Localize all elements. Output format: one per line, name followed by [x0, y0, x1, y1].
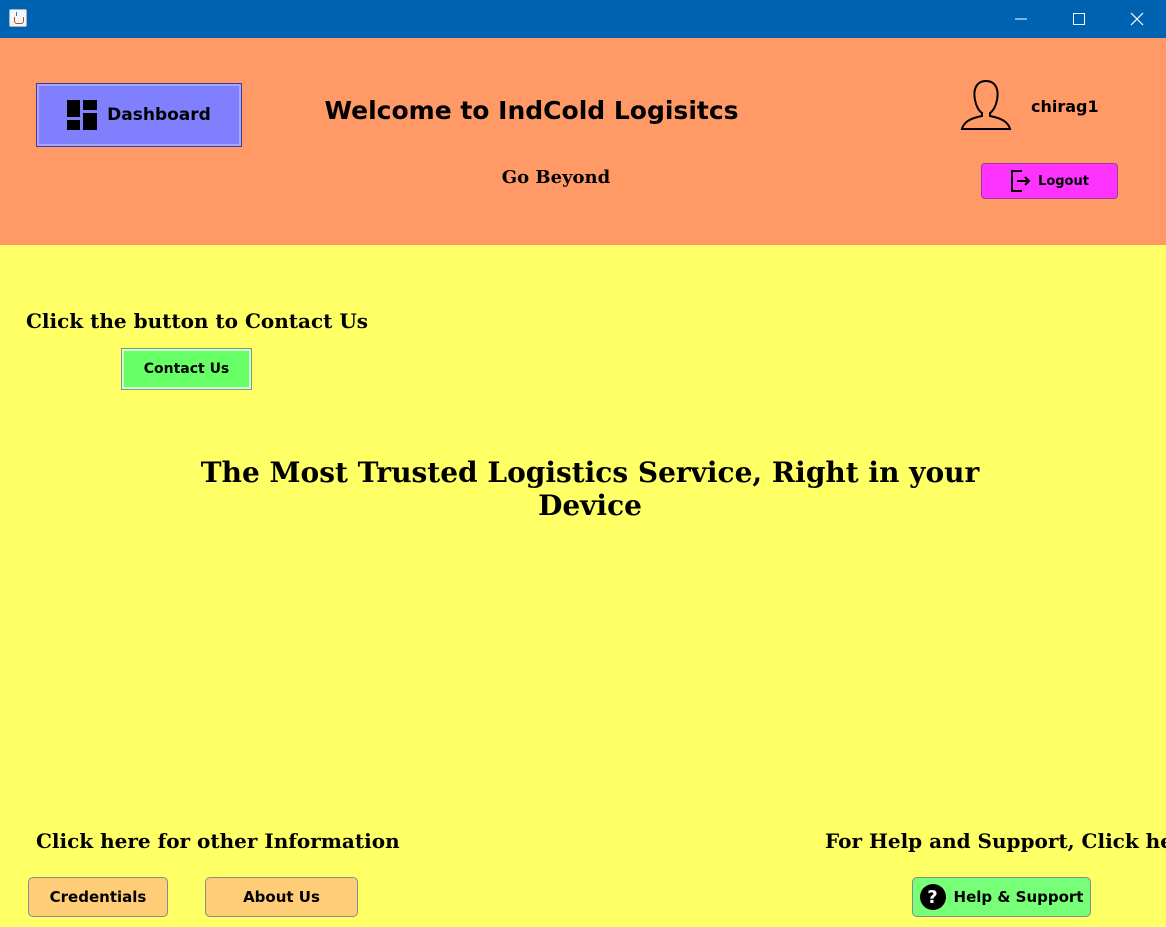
logout-button[interactable]: Logout [981, 163, 1118, 199]
maximize-button[interactable] [1050, 0, 1108, 38]
logout-door-icon [1011, 170, 1031, 192]
credentials-button[interactable]: Credentials [28, 877, 168, 917]
about-us-button[interactable]: About Us [205, 877, 358, 917]
user-silhouette-icon [960, 79, 1012, 130]
contact-us-button[interactable]: Contact Us [121, 348, 252, 390]
java-cup-icon[interactable] [9, 9, 27, 27]
close-icon [1130, 12, 1144, 26]
contact-prompt: Click the button to Contact Us [26, 309, 369, 333]
headline: The Most Trusted Logistics Service, Righ… [200, 456, 980, 522]
dashboard-label: Dashboard [107, 105, 211, 125]
logout-label: Logout [1038, 173, 1089, 189]
close-button[interactable] [1108, 0, 1166, 38]
maximize-icon [1073, 13, 1085, 25]
minimize-icon [1015, 18, 1027, 20]
help-prompt: For Help and Support, Click here [825, 829, 1166, 853]
dashboard-grid-icon [67, 100, 98, 130]
info-prompt: Click here for other Information [36, 829, 400, 853]
tagline: Go Beyond [501, 167, 611, 188]
window-titlebar [0, 0, 1166, 38]
dashboard-button[interactable]: Dashboard [36, 83, 242, 147]
question-circle-icon: ? [919, 884, 946, 910]
username-label: chirag1 [1031, 97, 1099, 116]
help-support-label: Help & Support [953, 888, 1084, 906]
help-support-button[interactable]: ? Help & Support [912, 877, 1091, 917]
credentials-label: Credentials [49, 888, 147, 906]
contact-us-label: Contact Us [143, 361, 230, 377]
minimize-button[interactable] [992, 0, 1050, 38]
page-title: Welcome to IndCold Logisitcs [324, 96, 739, 125]
about-us-label: About Us [243, 888, 320, 906]
